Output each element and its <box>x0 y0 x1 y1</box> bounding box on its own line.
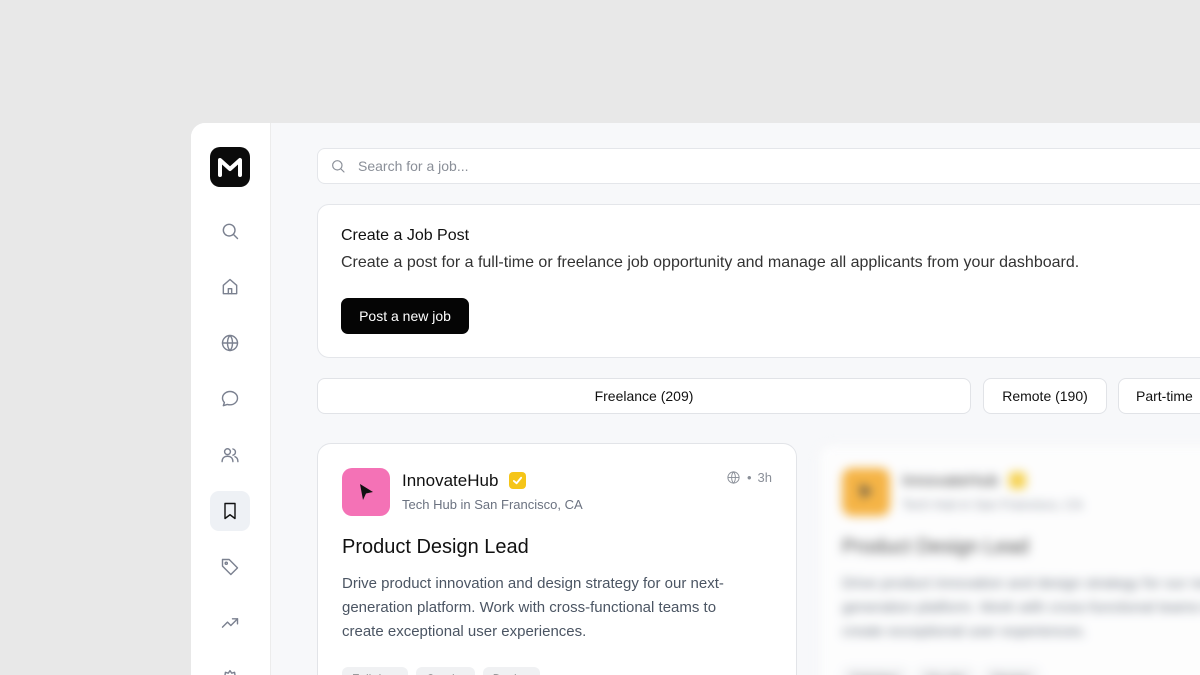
filter-remote[interactable]: Remote (190) <box>983 378 1107 414</box>
posted-time: 3h <box>757 470 772 485</box>
globe-icon <box>221 334 239 352</box>
settings-icon <box>223 669 237 675</box>
job-tag: Full-time <box>342 667 409 675</box>
sidebar-item-home[interactable] <box>210 267 250 307</box>
job-tags: Full-time On-site Design <box>342 667 541 675</box>
bookmark-icon <box>224 502 236 520</box>
post-new-job-button[interactable]: Post a new job <box>341 298 469 334</box>
logo-m-icon <box>218 158 242 177</box>
company-name[interactable]: InnovateHub <box>402 471 498 491</box>
search-icon <box>222 223 239 240</box>
chat-icon <box>221 390 239 407</box>
job-tag: On-site <box>916 667 975 675</box>
users-icon <box>221 448 239 463</box>
sidebar-item-trending[interactable] <box>210 603 250 643</box>
globe-icon <box>727 471 740 484</box>
sidebar-item-explore[interactable] <box>210 323 250 363</box>
app-logo[interactable] <box>210 147 250 187</box>
job-tag: On-site <box>416 667 475 675</box>
home-icon <box>222 278 238 295</box>
create-post-description: Create a post for a full-time or freelan… <box>341 254 1080 271</box>
job-tag: Design <box>482 667 541 675</box>
job-description: Drive product innovation and design stra… <box>842 575 1200 640</box>
company-logo <box>842 468 890 516</box>
create-job-post-card: Create a Job Post Create a post for a fu… <box>317 204 1200 358</box>
job-description: Drive product innovation and design stra… <box>342 575 724 640</box>
company-logo <box>342 468 390 516</box>
app-window: Create a Job Post Create a post for a fu… <box>191 123 1200 675</box>
sidebar-item-saved[interactable] <box>210 491 250 531</box>
sidebar-item-search[interactable] <box>210 211 250 251</box>
separator-dot: • <box>746 470 752 485</box>
verified-badge-icon <box>1009 472 1026 489</box>
job-title: Product Design Lead <box>842 536 1029 558</box>
company-name: InnovateHub <box>902 471 999 490</box>
company-location: Tech Hub in San Francisco, CA <box>402 497 583 512</box>
sidebar-item-people[interactable] <box>210 435 250 475</box>
company-location: Tech Hub in San Francisco, CA <box>902 497 1083 512</box>
create-post-title: Create a Job Post <box>341 227 470 244</box>
job-card[interactable]: InnovateHub Tech Hub in San Francisco, C… <box>317 443 797 675</box>
trending-icon <box>221 618 239 628</box>
filter-part-time[interactable]: Part-time <box>1118 378 1200 414</box>
play-cursor-icon <box>360 484 373 500</box>
sidebar-item-messages[interactable] <box>210 379 250 419</box>
job-tags: Full-time On-site Design <box>842 667 1041 675</box>
search-bar[interactable] <box>317 148 1200 184</box>
job-title[interactable]: Product Design Lead <box>342 536 529 559</box>
verified-badge-icon <box>509 472 526 489</box>
job-card-blurred[interactable]: InnovateHub Tech Hub in San Francisco, C… <box>817 443 1200 675</box>
sidebar <box>191 123 271 675</box>
sidebar-item-settings[interactable] <box>210 659 250 675</box>
job-meta: • 3h <box>726 470 772 485</box>
job-tag: Full-time <box>842 667 909 675</box>
tag-icon <box>221 558 239 576</box>
sidebar-item-tags[interactable] <box>210 547 250 587</box>
play-cursor-icon <box>860 484 873 500</box>
filter-freelance[interactable]: Freelance (209) <box>317 378 971 414</box>
job-tag: Design <box>982 667 1041 675</box>
search-input[interactable] <box>358 158 858 174</box>
search-icon <box>332 160 345 173</box>
